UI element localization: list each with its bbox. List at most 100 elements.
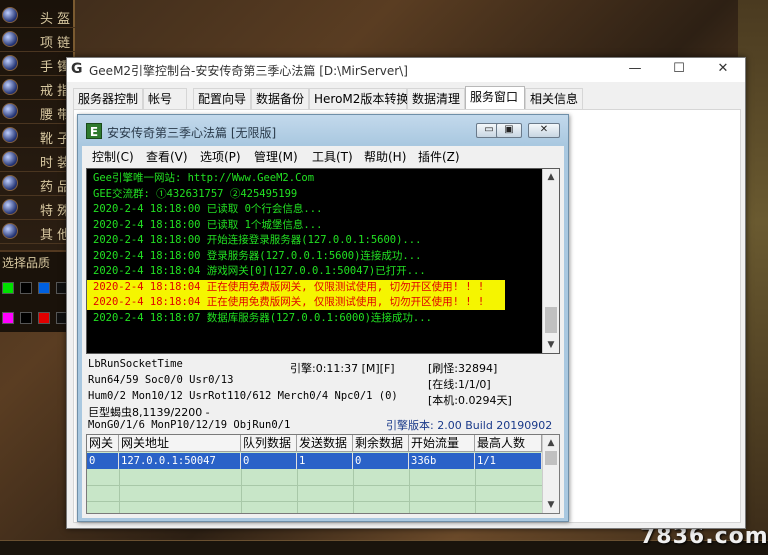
game-server-window: E 安安传奇第三季心法篇 [无限版] ▭ ▣ ✕ 控制(C) 查看(V) 选项(… (77, 114, 569, 522)
geem2-logo-icon: G (71, 61, 83, 77)
grid-line (475, 469, 476, 513)
inner-menubar: 控制(C) 查看(V) 选项(P) 管理(M) 工具(T) 帮助(H) 插件(Z… (82, 146, 564, 166)
engine-logo-icon: E (86, 123, 102, 139)
gw-header-queue[interactable]: 队列数据 (241, 435, 297, 452)
status-socket-time: LbRunSocketTime (88, 358, 183, 370)
log-line: Gee引擎唯一网站: http://Www.GeeM2.Com (93, 172, 315, 184)
gw-cell-sent: 1 (297, 453, 353, 469)
tab-server-control[interactable]: 服务器控制 (73, 88, 143, 110)
gateway-scrollbar[interactable]: ▲ ▼ (542, 435, 559, 513)
inner-window-title: 安安传奇第三季心法篇 [无限版] (107, 126, 277, 140)
game-category-item[interactable]: 药 品 (0, 172, 75, 196)
status-monster-big: 巨型蝎虫8,1139/2200 - (88, 406, 210, 419)
gw-cell-max-users: 1/1 (475, 453, 542, 469)
tab-data-cleanup[interactable]: 数据清理 (407, 88, 465, 110)
gateway-table: 网关 网关地址 队列数据 发送数据 剩余数据 开始流量 最高人数 0 127.0… (86, 434, 560, 514)
game-category-item[interactable]: 其 他 (0, 220, 75, 244)
status-refresh: [刷怪:32894] (428, 362, 498, 375)
log-line: GEE交流群: ①432631757 ②425495199 (93, 187, 298, 200)
swatch-black-2[interactable] (20, 312, 32, 324)
game-category-item[interactable]: 时 装 (0, 148, 75, 172)
log-line-warning: 2020-2-4 18:18:04 正在使用免费版网关, 仅限测试使用, 切勿开… (87, 279, 505, 295)
inner-close-button[interactable]: ✕ (528, 123, 560, 138)
gw-scroll-down-icon[interactable]: ▼ (543, 497, 559, 513)
status-panel: LbRunSocketTime 引擎:0:11:37 [M][F] [刷怪:32… (86, 356, 560, 432)
tab-related-info[interactable]: 相关信息 (525, 88, 583, 110)
tab-service-window[interactable]: 服务窗口 (465, 86, 525, 110)
category-orb-icon (2, 223, 18, 239)
game-category-item[interactable]: 戒 指 (0, 76, 75, 100)
gw-header-sent[interactable]: 发送数据 (297, 435, 353, 452)
log-scroll-thumb[interactable] (545, 307, 557, 333)
swatch-red[interactable] (38, 312, 50, 324)
log-scrollbar[interactable]: ▲ ▼ (542, 169, 559, 353)
category-orb-icon (2, 151, 18, 167)
menu-control[interactable]: 控制(C) (92, 148, 134, 165)
gw-cell-remaining: 0 (353, 453, 409, 469)
inner-maximize-button[interactable]: ▣ (496, 123, 522, 138)
game-category-item[interactable]: 靴 子 (0, 124, 75, 148)
grid-line (353, 469, 354, 513)
quality-color-picker: 选择品质 (0, 252, 75, 332)
game-category-item[interactable]: 特 殊 (0, 196, 75, 220)
gw-header-max-users[interactable]: 最高人数 (475, 435, 542, 452)
category-orb-icon (2, 55, 18, 71)
gw-header-address[interactable]: 网关地址 (119, 435, 241, 452)
engine-version: 引擎版本: 2.00 Build 20190902 (386, 419, 553, 432)
status-hum: Hum0/2 Mon10/12 UsrRot110/612 Merch0/4 N… (88, 390, 398, 402)
log-line: 2020-2-4 18:18:07 数据库服务器(127.0.0.1:6000)… (93, 311, 432, 324)
status-local: [本机:0.0294天] (428, 394, 512, 407)
main-titlebar[interactable]: G GeeM2引擎控制台-安安传奇第三季心法篇 [D:\MirServer\] … (67, 58, 745, 82)
category-orb-icon (2, 7, 18, 23)
gw-scroll-up-icon[interactable]: ▲ (543, 435, 559, 451)
tab-data-backup[interactable]: 数据备份 (251, 88, 309, 110)
menu-tools[interactable]: 工具(T) (312, 148, 353, 165)
main-window-title: GeeM2引擎控制台-安安传奇第三季心法篇 [D:\MirServer\] (89, 64, 408, 78)
status-online: [在线:1/1/0] (428, 378, 491, 391)
gw-header-remaining[interactable]: 剩余数据 (353, 435, 409, 452)
swatch-blue[interactable] (38, 282, 50, 294)
log-line-warning: 2020-2-4 18:18:04 正在使用免费版网关, 仅限测试使用, 切勿开… (87, 295, 505, 310)
close-button[interactable]: ✕ (701, 58, 745, 80)
menu-manage[interactable]: 管理(M) (254, 148, 298, 165)
inner-body: Gee引擎唯一网站: http://Www.GeeM2.Com GEE交流群: ①… (82, 166, 564, 518)
tab-config-wizard[interactable]: 配置向导 (193, 88, 251, 110)
category-label: 头 盔 (40, 12, 71, 27)
status-monster-gen: MonG0/1/6 MonP10/12/19 ObjRun0/1 (88, 419, 291, 431)
quality-picker-label: 选择品质 (2, 256, 51, 270)
log-line: 2020-2-4 18:18:00 已读取 0个行会信息... (93, 203, 323, 215)
tab-account[interactable]: 帐号 (143, 88, 187, 110)
log-console[interactable]: Gee引擎唯一网站: http://Www.GeeM2.Com GEE交流群: ①… (86, 168, 560, 354)
game-category-item[interactable]: 项 链 (0, 28, 75, 52)
menu-help[interactable]: 帮助(H) (364, 148, 406, 165)
category-orb-icon (2, 103, 18, 119)
gw-cell-queue: 0 (241, 453, 297, 469)
category-orb-icon (2, 31, 18, 47)
menu-options[interactable]: 选项(P) (200, 148, 241, 165)
swatch-magenta[interactable] (2, 312, 14, 324)
grid-line (119, 469, 120, 513)
maximize-button[interactable]: ☐ (657, 58, 701, 80)
gw-header-traffic[interactable]: 开始流量 (409, 435, 475, 452)
menu-plugins[interactable]: 插件(Z) (418, 148, 460, 165)
log-line: 2020-2-4 18:18:00 已读取 1个城堡信息... (93, 218, 323, 231)
log-scroll-up-icon[interactable]: ▲ (543, 169, 559, 185)
grid-line (297, 469, 298, 513)
gw-scroll-thumb[interactable] (545, 451, 557, 465)
gw-cell-gateway: 0 (87, 453, 119, 469)
grid-line (87, 501, 542, 502)
menu-view[interactable]: 查看(V) (146, 148, 188, 165)
log-scroll-down-icon[interactable]: ▼ (543, 337, 559, 353)
inner-titlebar[interactable]: E 安安传奇第三季心法篇 [无限版] ▭ ▣ ✕ (78, 115, 568, 145)
minimize-button[interactable]: — (613, 58, 657, 80)
grid-line (87, 485, 542, 486)
swatch-green[interactable] (2, 282, 14, 294)
game-category-item[interactable]: 手 镯 (0, 52, 75, 76)
swatch-black[interactable] (20, 282, 32, 294)
gw-header-gateway[interactable]: 网关 (87, 435, 119, 452)
game-category-item[interactable]: 腰 带 (0, 100, 75, 124)
gw-cell-traffic: 336b (409, 453, 475, 469)
category-label: 项 链 (40, 36, 71, 51)
tab-herom2-convert[interactable]: HeroM2版本转换 (309, 88, 408, 110)
game-category-item[interactable]: 头 盔 (0, 4, 75, 28)
